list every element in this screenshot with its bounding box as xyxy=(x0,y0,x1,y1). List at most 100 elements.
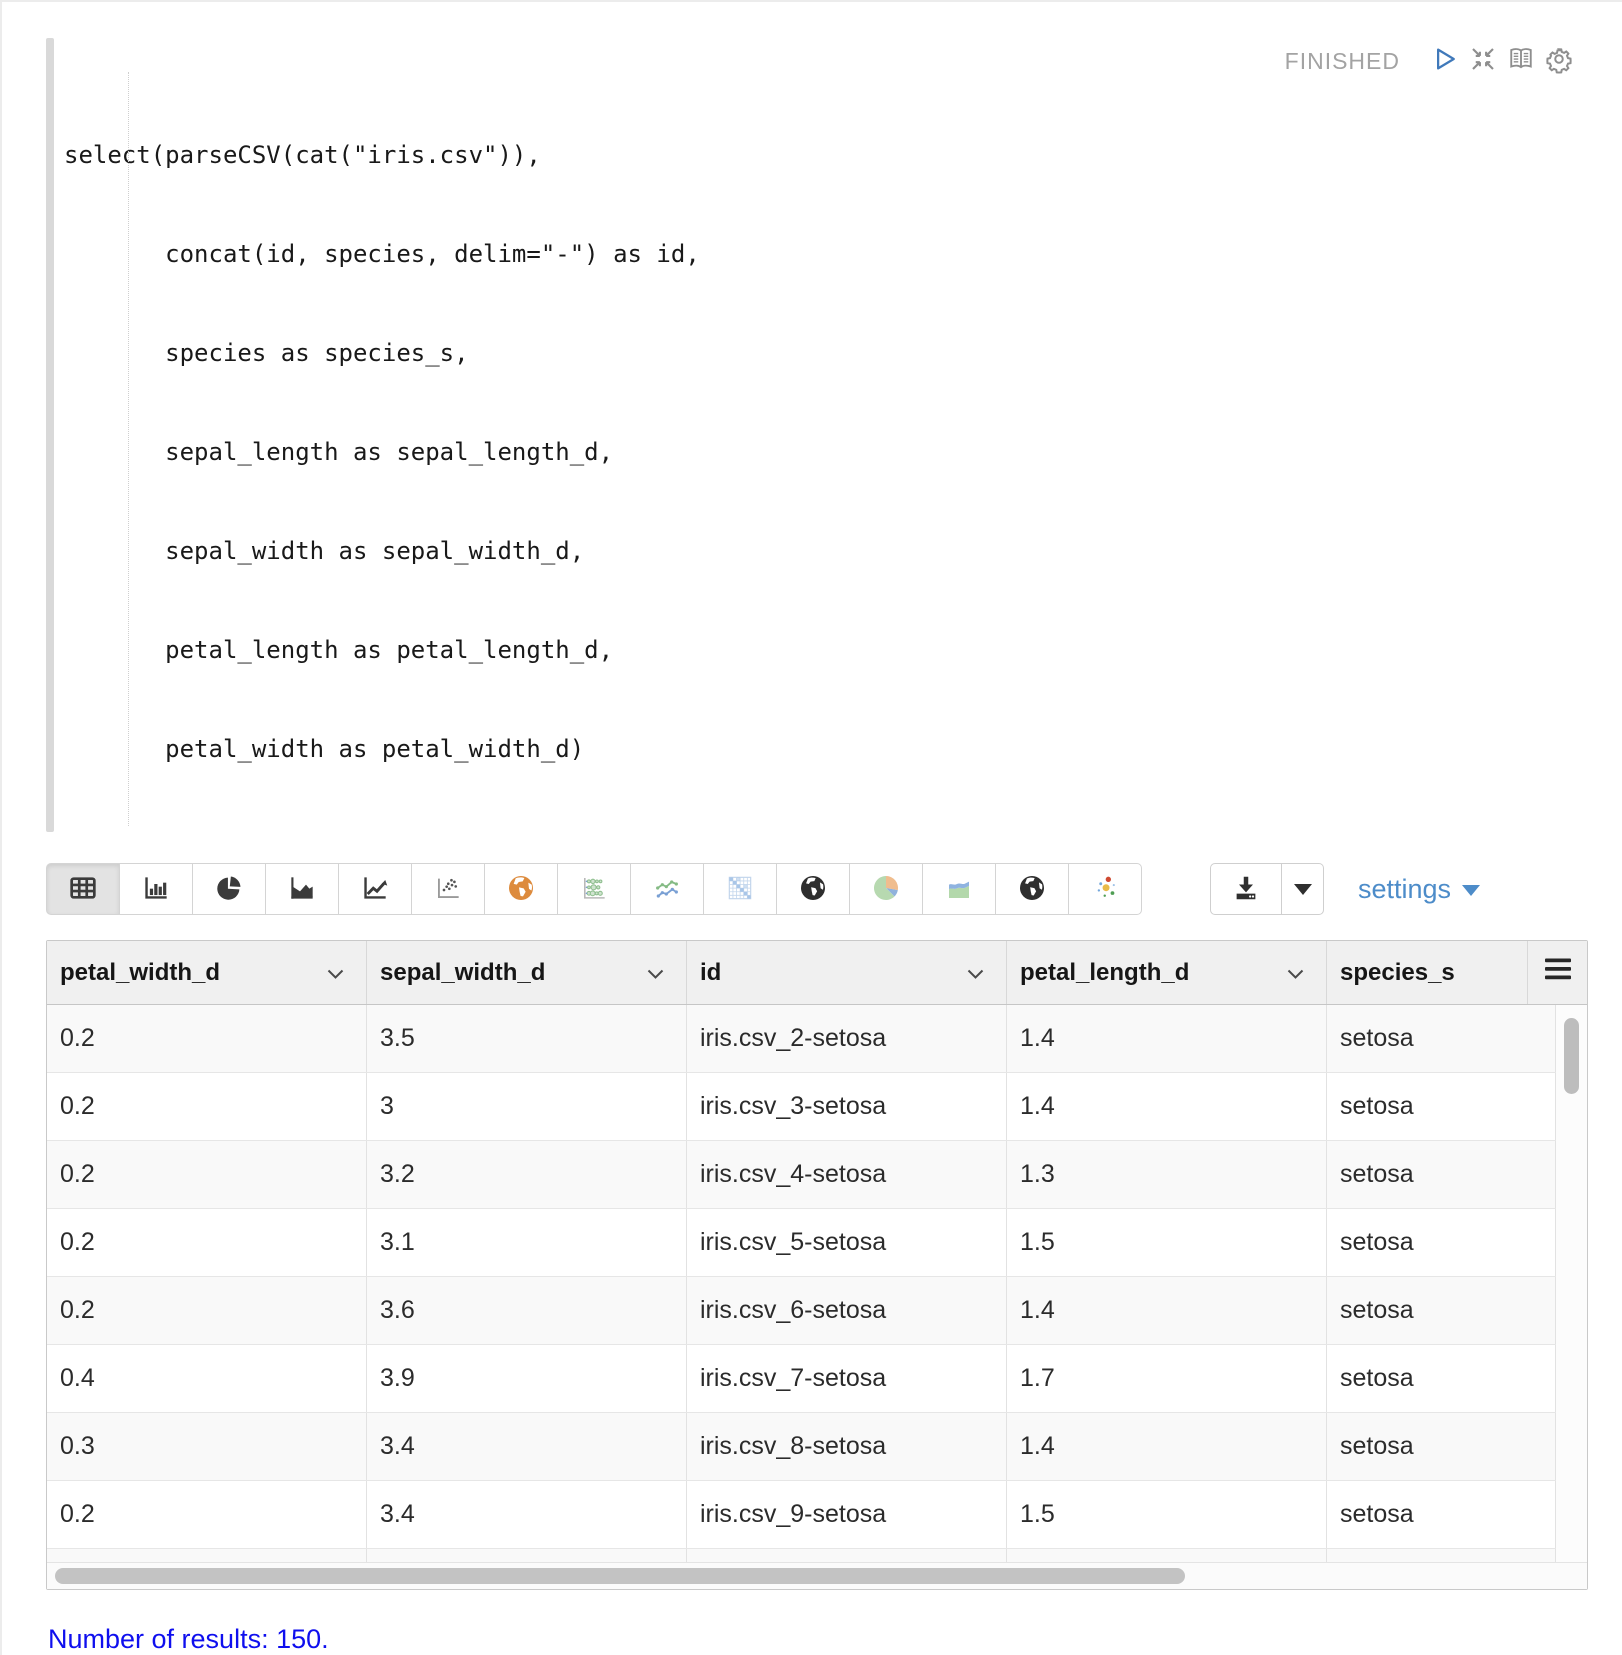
pie-chart-icon xyxy=(213,872,245,907)
cell: iris.csv_7-setosa xyxy=(687,1345,1007,1412)
indent-guide xyxy=(128,72,129,826)
column-header-petal-length[interactable]: petal_length_d xyxy=(1007,941,1327,1004)
cell: 1.5 xyxy=(1007,1209,1327,1276)
paragraph-controls: FINISHED xyxy=(1285,42,1578,80)
notebook-icon xyxy=(1506,44,1536,79)
cell: iris.csv_3-setosa xyxy=(687,1073,1007,1140)
column-header-petal-width[interactable]: petal_width_d xyxy=(47,941,367,1004)
cell: 0.2 xyxy=(47,1073,367,1140)
chart-button-pie-colored[interactable] xyxy=(849,863,923,915)
cell: setosa xyxy=(1327,1413,1556,1480)
settings-toggle[interactable]: settings xyxy=(1358,874,1480,905)
column-label: id xyxy=(700,959,721,987)
chevron-down-icon[interactable] xyxy=(967,959,984,987)
show-editor-button[interactable] xyxy=(1502,42,1540,80)
cell: iris.csv_6-setosa xyxy=(687,1277,1007,1344)
chevron-down-icon[interactable] xyxy=(647,959,664,987)
cell: setosa xyxy=(1327,1209,1556,1276)
cell xyxy=(1327,1549,1556,1562)
table-row: 0.3 3.4 iris.csv_8-setosa 1.4 setosa xyxy=(47,1413,1556,1481)
chart-button-line[interactable] xyxy=(338,863,412,915)
table-row: 0.2 3.4 iris.csv_9-setosa 1.5 setosa xyxy=(47,1481,1556,1549)
table-menu-button[interactable] xyxy=(1528,941,1587,1004)
code-text: select(parseCSV(cat("iris.csv")), concat… xyxy=(64,38,700,832)
column-label: species_s xyxy=(1340,959,1455,987)
chart-button-globe-alt[interactable] xyxy=(995,863,1069,915)
chart-type-group xyxy=(46,863,1142,915)
settings-label: settings xyxy=(1358,874,1451,905)
cell: iris.csv_9-setosa xyxy=(687,1481,1007,1548)
editor-gutter xyxy=(46,38,54,832)
download-options-button[interactable] xyxy=(1282,863,1324,915)
cell: 1.4 xyxy=(1007,1005,1327,1072)
cell: setosa xyxy=(1327,1277,1556,1344)
chart-button-bar[interactable] xyxy=(119,863,193,915)
cell: 1.7 xyxy=(1007,1345,1327,1412)
chart-button-correlation-matrix[interactable] xyxy=(703,863,777,915)
chart-button-globe[interactable] xyxy=(776,863,850,915)
collapse-paragraph-button[interactable] xyxy=(1464,42,1502,80)
paragraph-settings-button[interactable] xyxy=(1540,42,1578,80)
chart-button-area[interactable] xyxy=(265,863,339,915)
cell: 0.2 xyxy=(47,1209,367,1276)
column-header-id[interactable]: id xyxy=(687,941,1007,1004)
globe-dark-icon xyxy=(1016,872,1048,907)
status-badge: FINISHED xyxy=(1285,48,1400,75)
chart-button-bubble-matrix[interactable] xyxy=(557,863,631,915)
scatter-colored-icon xyxy=(1089,872,1121,907)
cell: iris.csv_5-setosa xyxy=(687,1209,1007,1276)
horizontal-scrollbar-thumb[interactable] xyxy=(55,1568,1185,1584)
code-line: sepal_length as sepal_length_d, xyxy=(64,436,700,469)
hamburger-menu-icon xyxy=(1544,958,1572,987)
cell: setosa xyxy=(1327,1345,1556,1412)
cell: setosa xyxy=(1327,1005,1556,1072)
vertical-scrollbar-thumb[interactable] xyxy=(1564,1018,1579,1094)
horizontal-scrollbar[interactable] xyxy=(47,1562,1587,1589)
cell: 3.4 xyxy=(367,1413,687,1480)
chart-button-pie[interactable] xyxy=(192,863,266,915)
chart-button-table[interactable] xyxy=(46,863,120,915)
cell: 0.2 xyxy=(47,1277,367,1344)
chart-button-stream[interactable] xyxy=(922,863,996,915)
cell: 3.5 xyxy=(367,1005,687,1072)
cell: 3 xyxy=(367,1073,687,1140)
chart-button-scatter[interactable] xyxy=(411,863,485,915)
correlation-matrix-icon xyxy=(724,872,756,907)
table-body: 0.2 3.5 iris.csv_2-setosa 1.4 setosa 0.2… xyxy=(47,1005,1587,1562)
paragraph-editor-section: select(parseCSV(cat("iris.csv")), concat… xyxy=(2,2,1622,832)
table-row: 0.2 3.1 iris.csv_5-setosa 1.5 setosa xyxy=(47,1209,1556,1277)
column-label: petal_length_d xyxy=(1020,959,1189,987)
column-header-sepal-width[interactable]: sepal_width_d xyxy=(367,941,687,1004)
code-line: concat(id, species, delim="-") as id, xyxy=(64,238,700,271)
visualization-toolbar: settings xyxy=(46,862,1622,916)
chart-button-scatter-colored[interactable] xyxy=(1068,863,1142,915)
cell: 1.3 xyxy=(1007,1141,1327,1208)
cell: setosa xyxy=(1327,1073,1556,1140)
vertical-scrollbar[interactable] xyxy=(1556,1005,1587,1562)
cell: 0.4 xyxy=(47,1345,367,1412)
cell: iris.csv_4-setosa xyxy=(687,1141,1007,1208)
cell: 1.5 xyxy=(1007,1481,1327,1548)
chart-button-map[interactable] xyxy=(484,863,558,915)
bar-chart-icon xyxy=(140,872,172,907)
download-button[interactable] xyxy=(1210,863,1282,915)
table-row: 0.2 3 iris.csv_3-setosa 1.4 setosa xyxy=(47,1073,1556,1141)
code-editor[interactable]: select(parseCSV(cat("iris.csv")), concat… xyxy=(46,38,1578,832)
chevron-down-icon[interactable] xyxy=(1287,959,1304,987)
table-row: 0.2 3.6 iris.csv_6-setosa 1.4 setosa xyxy=(47,1277,1556,1345)
results-count: Number of results: 150. xyxy=(48,1624,1622,1655)
chart-button-multi-line[interactable] xyxy=(630,863,704,915)
line-chart-icon xyxy=(359,872,391,907)
results-table: petal_width_d sepal_width_d id petal_len… xyxy=(46,940,1588,1590)
run-paragraph-button[interactable] xyxy=(1426,42,1464,80)
bubble-matrix-icon xyxy=(578,872,610,907)
cell xyxy=(367,1549,687,1562)
cell: 3.6 xyxy=(367,1277,687,1344)
code-line: sepal_width as sepal_width_d, xyxy=(64,535,700,568)
cell xyxy=(1007,1549,1327,1562)
cell: iris.csv_8-setosa xyxy=(687,1413,1007,1480)
chevron-down-icon[interactable] xyxy=(327,959,344,987)
cell: setosa xyxy=(1327,1481,1556,1548)
download-icon xyxy=(1231,873,1261,906)
column-header-species[interactable]: species_s xyxy=(1327,941,1528,1004)
